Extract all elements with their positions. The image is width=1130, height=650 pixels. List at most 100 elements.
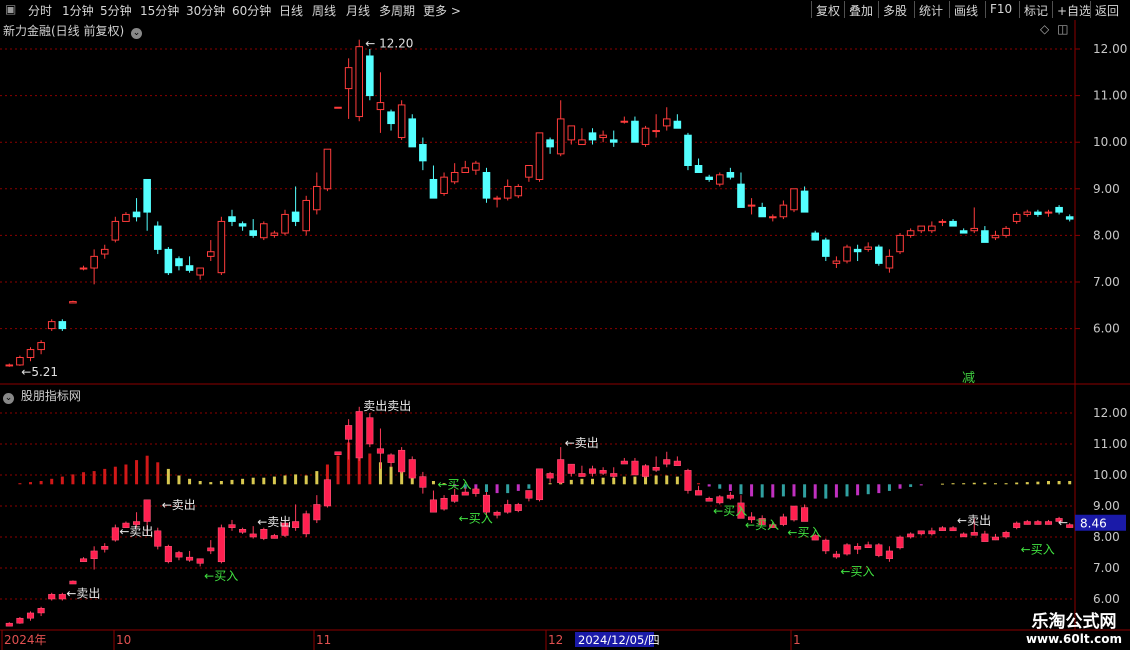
toolbar-button-5[interactable]: F10 — [990, 2, 1012, 16]
indicator-y-tick-label: 10.00 — [1093, 468, 1127, 482]
candle-body — [790, 188, 798, 211]
candle-body — [758, 206, 766, 218]
candle-body — [609, 139, 618, 143]
histogram-bar — [1004, 483, 1008, 485]
main-panel-header[interactable]: 新力金融(日线 前复权) ⌄ — [3, 22, 143, 39]
toolbar-button-1[interactable]: 叠加 — [849, 2, 873, 19]
toolbar-button-0[interactable]: 复权 — [816, 2, 840, 19]
toolbar-separator — [844, 1, 845, 18]
window-icon[interactable]: ◫ — [1057, 22, 1068, 36]
indicator-candle — [217, 527, 225, 563]
indicator-y-tick-label: 9.00 — [1093, 499, 1120, 513]
indicator-candle — [588, 468, 597, 474]
period-tab-9[interactable]: 多周期 — [379, 2, 415, 19]
period-tab-7[interactable]: 周线 — [312, 2, 336, 19]
histogram-bar — [294, 474, 298, 485]
indicator-candle — [610, 473, 618, 477]
period-tab-5[interactable]: 60分钟 — [232, 2, 271, 19]
candle-body — [334, 106, 342, 109]
histogram-bar — [219, 481, 223, 485]
candle-body — [1023, 211, 1032, 215]
high-label: ← 12.20 — [365, 37, 413, 51]
histogram-bar — [230, 479, 234, 485]
candle-body — [662, 118, 671, 127]
signal-sell_double: 卖出卖出 — [363, 399, 411, 413]
histogram-bar — [124, 464, 128, 485]
histogram-bar — [50, 478, 54, 485]
candle-body — [440, 176, 448, 194]
toolbar-button-7[interactable]: +自选 — [1057, 2, 1091, 19]
candle-body — [5, 364, 14, 367]
indicator-candle — [1002, 532, 1010, 538]
candle-body — [238, 223, 247, 227]
candle-body — [1065, 216, 1074, 220]
candle-body — [164, 248, 173, 274]
watermark-url: www.60lt.com — [1025, 632, 1122, 646]
period-tab-8[interactable]: 月线 — [346, 2, 370, 19]
histogram-bar — [771, 484, 775, 498]
indicator-panel-header[interactable]: ⌄ 股朋指标网 — [3, 387, 81, 404]
indicator-candle — [514, 504, 522, 511]
histogram-bar — [760, 484, 764, 498]
indicator-candle — [535, 468, 544, 501]
indicator-candle — [557, 459, 565, 483]
indicator-candle — [323, 479, 331, 507]
candle-body — [747, 204, 756, 207]
kline-chart: 12.00 11.00 10.00 9.00 8.00 7.00 6.00 12.00 11.0… — [0, 20, 1130, 650]
period-tab-3[interactable]: 15分钟 — [140, 2, 179, 19]
indicator-candle — [313, 504, 321, 521]
histogram-bar — [29, 482, 33, 485]
indicator-candle — [949, 527, 957, 532]
candle-body — [429, 178, 438, 199]
histogram-bar — [1036, 481, 1040, 485]
indicator-candle — [482, 494, 491, 513]
indicator-candle — [186, 556, 194, 561]
histogram-bar — [877, 484, 881, 494]
histogram-bar — [188, 478, 192, 485]
toolbar-separator — [1019, 1, 1020, 18]
toolbar-button-6[interactable]: 标记 — [1024, 2, 1048, 19]
period-tab-4[interactable]: 30分钟 — [186, 2, 225, 19]
candle-body — [493, 197, 501, 200]
toolbar-button-3[interactable]: 统计 — [919, 2, 943, 19]
period-tab-6[interactable]: 日线 — [279, 2, 303, 19]
signal-sell: ←卖出 — [119, 524, 153, 538]
histogram-bar — [887, 484, 891, 491]
indicator-candle — [1034, 521, 1042, 525]
indicator-candle — [896, 536, 904, 549]
histogram-bar — [516, 484, 520, 491]
diamond-icon[interactable]: ◇ — [1040, 22, 1049, 36]
toolbar-button-8[interactable]: 返回 — [1095, 2, 1119, 19]
histogram-bar — [251, 477, 255, 485]
period-tab-1[interactable]: 1分钟 — [62, 2, 94, 19]
histogram-bar — [283, 475, 287, 485]
menu-icon[interactable]: ▣ — [5, 2, 16, 16]
candle-body — [800, 190, 809, 213]
indicator-candle — [101, 546, 109, 550]
period-tab-10[interactable]: 更多 > — [423, 2, 461, 19]
candle-body — [1002, 227, 1010, 236]
candle-body — [397, 104, 406, 139]
candle-body — [408, 118, 417, 148]
chevron-down-icon[interactable]: ⌄ — [131, 28, 143, 39]
indicator-candle — [504, 504, 512, 513]
indicator-candle — [907, 533, 915, 538]
histogram-bar — [198, 481, 202, 485]
histogram-bar — [177, 475, 181, 485]
indicator-candle — [440, 498, 448, 510]
indicator-y-tick-label: 6.00 — [1093, 592, 1120, 606]
period-tab-2[interactable]: 5分钟 — [100, 2, 132, 19]
period-tab-0[interactable]: 分时 — [28, 2, 52, 19]
chevron-down-icon[interactable]: ⌄ — [3, 393, 14, 404]
indicator-candle — [1023, 521, 1031, 525]
toolbar-button-2[interactable]: 多股 — [883, 2, 907, 19]
indicator-candle — [525, 490, 533, 499]
histogram-bar — [856, 484, 860, 496]
histogram-bar — [665, 475, 669, 485]
histogram-bar — [633, 476, 637, 485]
panel-controls[interactable]: ◇ ◫ — [1040, 22, 1068, 36]
candle-body — [1034, 211, 1042, 215]
histogram-bar — [612, 477, 616, 485]
watermark-title: 乐淘公式网 — [1031, 612, 1117, 632]
toolbar-button-4[interactable]: 画线 — [954, 2, 978, 19]
